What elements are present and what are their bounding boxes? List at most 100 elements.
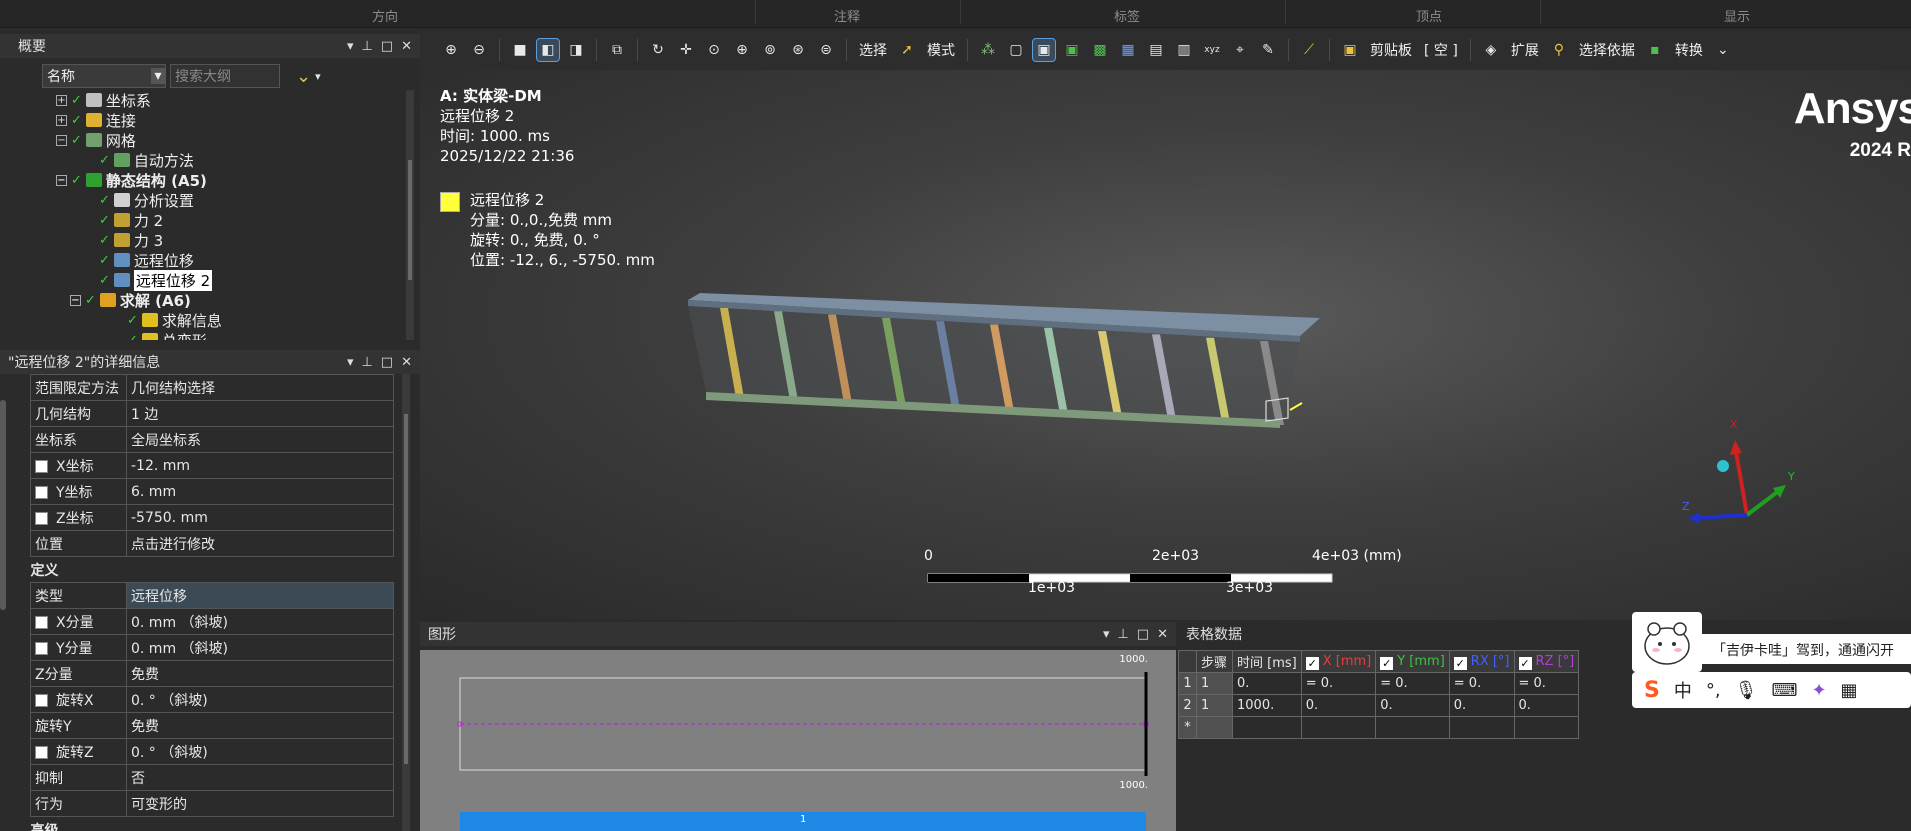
select-mesh-icon[interactable]: ▤ [1145, 39, 1167, 61]
dropdown-icon[interactable]: ▾ [1103, 627, 1110, 642]
expand-icon[interactable]: + [56, 94, 67, 106]
details-scrollbar[interactable] [402, 374, 410, 831]
scrollbar-thumb[interactable] [408, 160, 412, 280]
select-by-dropdown[interactable]: 选择依据 [1576, 40, 1638, 60]
pin-icon[interactable]: ⊥ [1117, 627, 1128, 642]
coordinate-icon[interactable]: xyz [1201, 39, 1223, 61]
parameter-checkbox[interactable] [35, 615, 48, 629]
convert-dropdown[interactable]: 转换 [1672, 40, 1706, 60]
details-value[interactable]: 1 边 [126, 400, 394, 427]
skin-icon[interactable]: ✦ [1811, 680, 1826, 701]
parameter-checkbox[interactable] [35, 693, 48, 707]
punctuation-icon[interactable]: °, [1706, 680, 1721, 701]
tree-item[interactable]: ✓ 自动方法 [56, 150, 420, 170]
comment-icon[interactable]: ✎ [1257, 39, 1279, 61]
table-cell[interactable] [1375, 716, 1450, 739]
details-section-advanced[interactable]: 高级 [31, 817, 394, 831]
details-value[interactable]: 6. mm [126, 478, 394, 505]
details-value[interactable]: -5750. mm [126, 504, 394, 531]
tree-item[interactable]: ✓ 求解信息 [56, 310, 420, 330]
cube-icon[interactable]: ■ [509, 39, 531, 61]
extend-dropdown[interactable]: 扩展 [1508, 40, 1542, 60]
side-dock-tab[interactable] [0, 400, 6, 610]
parameter-checkbox[interactable] [35, 485, 48, 499]
tree-scrollbar[interactable] [406, 90, 414, 340]
convert-icon[interactable]: ▪ [1644, 39, 1666, 61]
column-checkbox[interactable]: ✓ [1518, 656, 1532, 670]
details-row[interactable]: Y坐标 6. mm [30, 478, 394, 505]
tree-item[interactable]: − ✓ 求解 (A6) [56, 290, 420, 310]
details-row[interactable]: Z分量 免费 [30, 660, 394, 687]
empty-button[interactable]: [ 空 ] [1421, 40, 1461, 60]
column-header[interactable]: ✓ RX [°] [1448, 650, 1515, 673]
column-header[interactable]: 步骤 [1196, 650, 1233, 673]
details-row[interactable]: Y分量 0. mm （斜坡) [30, 634, 394, 661]
mode-dropdown[interactable]: 模式 [924, 40, 958, 60]
details-value[interactable]: 全局坐标系 [126, 426, 394, 453]
graphics-viewport[interactable]: A: 实体梁-DM 远程位移 2 时间: 1000. ms 2025/12/22… [420, 70, 1911, 620]
zoom-out-icon[interactable]: ⊖ [468, 39, 490, 61]
cube-wireframe-icon[interactable]: ◨ [565, 39, 587, 61]
chevron-down-icon[interactable]: ⌄ [1712, 39, 1734, 61]
section-icon[interactable]: ⧉ [606, 39, 628, 61]
tree-item[interactable]: ✓ 远程位移 [56, 250, 420, 270]
select-body-icon[interactable]: ▣ [1061, 39, 1083, 61]
details-value[interactable]: 远程位移 [126, 582, 394, 609]
collapse-icon[interactable]: − [56, 134, 67, 146]
details-row[interactable]: 行为 可变形的 [30, 790, 394, 817]
zoom-in-icon[interactable]: ⊕ [440, 39, 462, 61]
table-cell[interactable]: 0. [1300, 694, 1377, 717]
chart-icon[interactable]: ⟋ [1298, 39, 1320, 61]
collapse-icon[interactable]: − [70, 294, 81, 306]
parameter-checkbox[interactable] [35, 511, 48, 525]
zoom-extents-icon[interactable]: ⊜ [815, 39, 837, 61]
microphone-icon[interactable]: 🎙 [1735, 680, 1758, 701]
table-cell[interactable]: = 0. [1300, 672, 1377, 695]
pin-icon[interactable]: ⚲ [1548, 39, 1570, 61]
clipboard-dropdown[interactable]: 剪贴板 [1367, 40, 1415, 60]
details-value[interactable]: 0. ° （斜坡) [126, 686, 394, 713]
column-header[interactable]: ✓ Y [mm] [1375, 650, 1450, 673]
details-row[interactable]: 坐标系 全局坐标系 [30, 426, 394, 453]
table-cell[interactable]: 0. [1375, 694, 1450, 717]
search-outline-input[interactable]: 搜索大纲 [170, 64, 280, 88]
name-filter-select[interactable]: 名称 ▾ [42, 64, 166, 88]
details-value[interactable]: 点击进行修改 [126, 530, 394, 557]
table-cell[interactable] [1513, 716, 1580, 739]
table-cell[interactable]: = 0. [1448, 672, 1515, 695]
zoom-fit-icon[interactable]: ⊚ [759, 39, 781, 61]
graph-canvas[interactable]: 1000. 1000. 1 [420, 650, 1176, 831]
tree-item[interactable]: + ✓ 连接 [56, 110, 420, 130]
tree-item[interactable]: − ✓ 网格 [56, 130, 420, 150]
table-cell[interactable]: 1 [1196, 694, 1233, 717]
select-element-icon[interactable]: ▩ [1089, 39, 1111, 61]
table-cell[interactable] [1448, 716, 1515, 739]
details-row[interactable]: 范围限定方法 几何结构选择 [30, 374, 394, 401]
select-node-icon[interactable]: ▦ [1117, 39, 1139, 61]
details-value[interactable]: -12. mm [126, 452, 394, 479]
zoom-icon[interactable]: ⊙ [703, 39, 725, 61]
ime-chinese-mode[interactable]: 中 [1674, 677, 1692, 703]
select-all-icon[interactable]: ▥ [1173, 39, 1195, 61]
column-header[interactable]: ✓ X [mm] [1300, 650, 1377, 673]
table-cell[interactable]: 0. [1448, 694, 1515, 717]
cursor-icon[interactable]: ➚ [896, 39, 918, 61]
ime-notice[interactable]: 「吉伊卡哇」驾到，通通闪开 [1702, 634, 1911, 664]
details-row[interactable]: Z坐标 -5750. mm [30, 504, 394, 531]
rotate-icon[interactable]: ↻ [647, 39, 669, 61]
details-value[interactable]: 0. ° （斜坡) [126, 738, 394, 765]
dropdown-icon[interactable]: ▾ [347, 39, 354, 54]
magnify-icon[interactable]: ⊛ [787, 39, 809, 61]
column-header[interactable]: ✓ RZ [°] [1513, 650, 1580, 673]
pin-icon[interactable]: ⊥ [361, 39, 372, 54]
details-value[interactable]: 几何结构选择 [126, 374, 394, 401]
tree-item[interactable]: ✓ 力 2 [56, 210, 420, 230]
table-cell[interactable]: 1000. [1232, 694, 1302, 717]
tree-item[interactable]: ✓ 力 3 [56, 230, 420, 250]
details-row[interactable]: 旋转Z 0. ° （斜坡) [30, 738, 394, 765]
table-cell[interactable] [1196, 716, 1233, 739]
table-row[interactable]: 1 1 0. = 0. = 0. = 0. = 0. [1178, 672, 1580, 695]
details-row[interactable]: 抑制 否 [30, 764, 394, 791]
parameter-checkbox[interactable] [35, 745, 48, 759]
details-row[interactable]: 类型 远程位移 [30, 582, 394, 609]
